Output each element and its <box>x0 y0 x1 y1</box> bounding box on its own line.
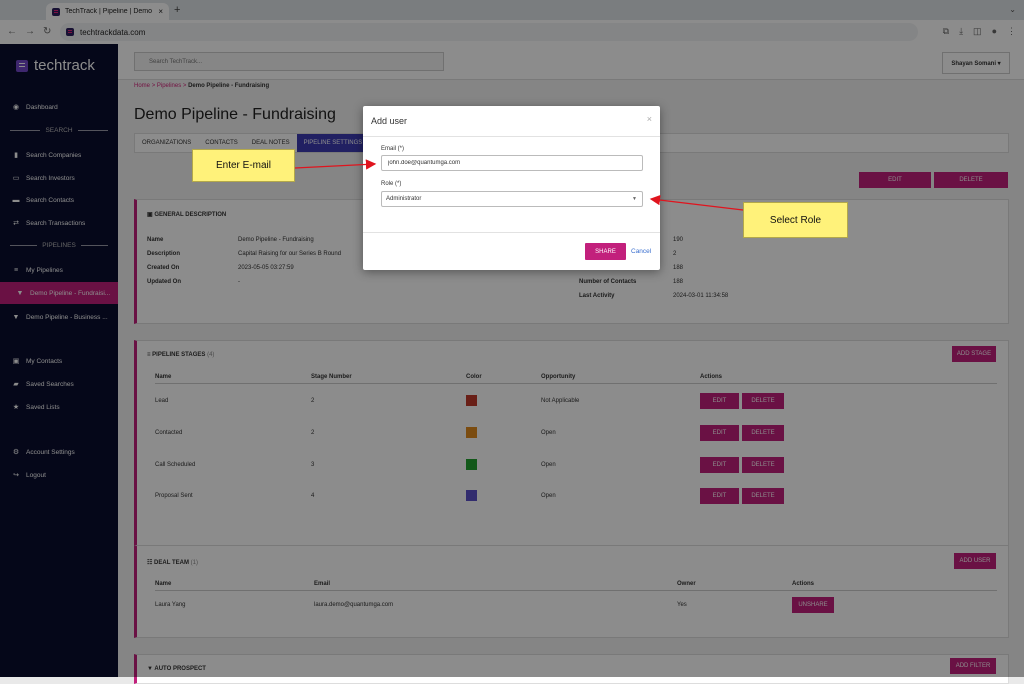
share-button[interactable]: SHARE <box>585 243 626 260</box>
chevron-down-icon: ▼ <box>632 196 637 202</box>
modal-title: Add user <box>371 116 408 126</box>
modal-backdrop[interactable] <box>0 0 1024 677</box>
annotation-select-role: Select Role <box>743 202 848 238</box>
role-select-value: Administrator <box>386 196 422 202</box>
email-field[interactable] <box>381 155 643 171</box>
modal-divider <box>363 136 660 137</box>
role-label: Role (*) <box>381 181 402 187</box>
annotation-enter-email: Enter E-mail <box>192 149 295 182</box>
add-user-modal: Add user × Email (*) Role (*) Administra… <box>363 106 660 270</box>
role-select[interactable]: Administrator ▼ <box>381 191 643 207</box>
cancel-button[interactable]: Cancel <box>631 248 651 255</box>
email-label: Email (*) <box>381 146 405 152</box>
close-icon[interactable]: × <box>647 114 652 124</box>
modal-divider <box>363 232 660 233</box>
